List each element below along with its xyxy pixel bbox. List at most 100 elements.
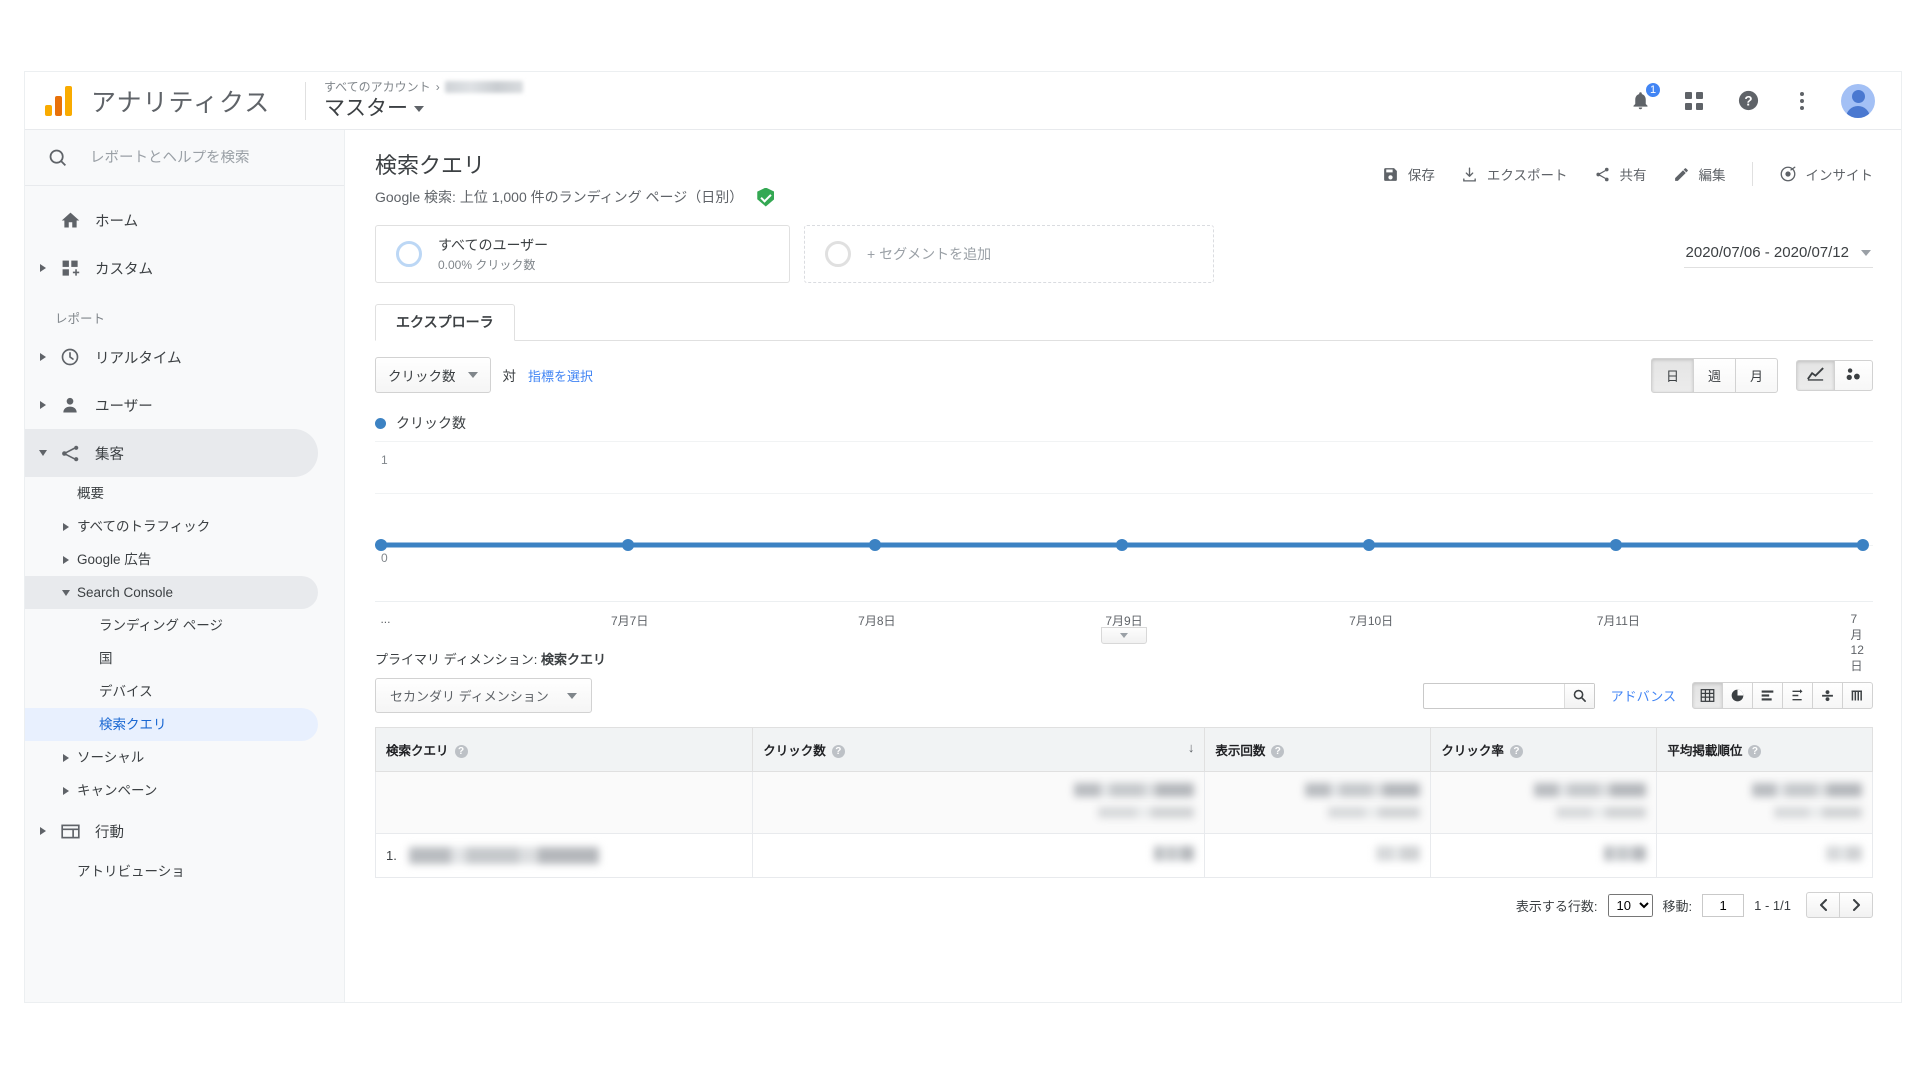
- table-search[interactable]: [1422, 682, 1595, 709]
- rows-per-page-select[interactable]: 10: [1607, 893, 1653, 917]
- sidebar-subitem-overview[interactable]: 概要: [25, 477, 318, 510]
- collapse-arrow[interactable]: [55, 589, 77, 596]
- goto-input[interactable]: [1702, 893, 1745, 917]
- granularity-week[interactable]: 週: [1692, 357, 1736, 393]
- sidebar-subitem-all-traffic[interactable]: すべてのトラフィック: [25, 510, 318, 543]
- column-header-query[interactable]: 検索クエリ?: [374, 727, 754, 772]
- clock-icon: [53, 347, 87, 367]
- column-header-avg-position[interactable]: 平均掲載順位?: [1656, 727, 1873, 772]
- table-view-button[interactable]: [1692, 682, 1723, 709]
- main-content: 検索クエリ Google 検索: 上位 1,000 件のランディング ページ（日…: [345, 130, 1901, 1002]
- sidebar-item-acquisition[interactable]: 集客: [25, 429, 318, 477]
- sidebar-item-behavior[interactable]: 行動: [25, 807, 318, 855]
- divider: [1751, 162, 1753, 186]
- help-icon[interactable]: ?: [831, 745, 845, 759]
- search-input[interactable]: [90, 149, 290, 166]
- sidebar-item-realtime[interactable]: リアルタイム: [25, 333, 318, 381]
- apps-button[interactable]: [1679, 86, 1709, 116]
- sidebar-item-custom[interactable]: カスタム: [25, 244, 318, 292]
- help-icon[interactable]: ?: [454, 745, 468, 759]
- pivot-view-button[interactable]: [1812, 682, 1843, 709]
- expand-arrow[interactable]: [55, 786, 77, 795]
- expand-arrow[interactable]: [55, 522, 77, 531]
- avatar[interactable]: [1841, 83, 1875, 118]
- secondary-dimension-label: セカンダリ ディメンション: [390, 689, 549, 704]
- column-label: クリック数: [763, 744, 826, 758]
- collapse-arrow[interactable]: [33, 450, 53, 456]
- segment-all-users[interactable]: すべてのユーザー 0.00% クリック数: [375, 225, 790, 283]
- summary-cell-avg-position: [1656, 771, 1873, 834]
- sidebar-item-users[interactable]: ユーザー: [25, 381, 318, 429]
- sidebar-subitem-landing-pages[interactable]: ランディング ページ: [25, 609, 318, 642]
- primary-dimension-value[interactable]: 検索クエリ: [541, 652, 606, 667]
- edit-button[interactable]: 編集: [1673, 164, 1726, 184]
- help-button[interactable]: ?: [1733, 86, 1763, 116]
- metric-control-row: クリック数 対 指標を選択 日 週 月: [345, 341, 1901, 393]
- analytics-logo-icon: [45, 85, 77, 116]
- expand-arrow[interactable]: [33, 401, 53, 409]
- advanced-link[interactable]: アドバンス: [1611, 686, 1676, 705]
- help-icon[interactable]: ?: [1509, 745, 1523, 759]
- expand-arrow[interactable]: [55, 753, 77, 762]
- x-tick-label: 7月8日: [858, 614, 896, 628]
- sidebar-section-label: レポート: [55, 312, 106, 326]
- next-page-button[interactable]: [1839, 892, 1873, 918]
- save-button[interactable]: 保存: [1382, 164, 1435, 184]
- table-row[interactable]: 1.: [374, 833, 1873, 878]
- insights-button[interactable]: インサイト: [1779, 164, 1873, 184]
- share-button[interactable]: 共有: [1594, 164, 1647, 184]
- property-name: マスター: [324, 97, 408, 120]
- sidebar-subitem-countries[interactable]: 国: [25, 642, 318, 675]
- column-view-button[interactable]: [1842, 682, 1873, 709]
- tab-explorer[interactable]: エクスプローラ: [375, 304, 515, 341]
- metric-selector[interactable]: クリック数: [375, 357, 491, 393]
- column-header-ctr[interactable]: クリック率?: [1430, 727, 1658, 772]
- sidebar-subitem-social[interactable]: ソーシャル: [25, 741, 318, 774]
- expand-arrow[interactable]: [33, 353, 53, 361]
- granularity-day[interactable]: 日: [1650, 357, 1694, 393]
- help-icon[interactable]: ?: [1748, 745, 1762, 759]
- comparison-view-button[interactable]: [1782, 682, 1813, 709]
- granularity-month[interactable]: 月: [1734, 357, 1778, 393]
- analytics-window: アナリティクス すべてのアカウント › マスター 1 ? レポートとヘルプを検索…: [25, 72, 1901, 1002]
- sidebar-item-label: ユーザー: [95, 398, 153, 415]
- prev-page-button[interactable]: [1806, 892, 1840, 918]
- table-search-input[interactable]: [1423, 688, 1564, 703]
- date-range-selector[interactable]: 2020/07/06 - 2020/07/12: [1683, 240, 1873, 268]
- sidebar-item-label: ホーム: [95, 213, 139, 230]
- property-name-row[interactable]: マスター: [324, 96, 523, 122]
- notifications-button[interactable]: 1: [1625, 80, 1662, 116]
- sidebar-nav: ホーム カスタム レポート リアルタイム ユーザー 集客 概要 すべてのトラフィ…: [25, 186, 344, 888]
- sidebar-search[interactable]: [25, 130, 344, 186]
- sidebar-subitem-devices[interactable]: デバイス: [25, 675, 318, 708]
- chevron-left-icon: [1819, 899, 1827, 911]
- brand-area[interactable]: アナリティクス: [25, 83, 305, 119]
- expand-arrow[interactable]: [33, 264, 53, 272]
- sidebar-subitem-queries[interactable]: 検索クエリ: [25, 708, 318, 741]
- more-options-button[interactable]: [1787, 86, 1817, 116]
- expand-arrow[interactable]: [33, 827, 53, 835]
- line-chart-button[interactable]: [1796, 359, 1835, 391]
- add-segment-button[interactable]: + セグメントを追加: [804, 225, 1214, 283]
- select-metric-link[interactable]: 指標を選択: [528, 366, 593, 385]
- sidebar-subitem-search-console[interactable]: Search Console: [25, 576, 318, 609]
- secondary-dimension-button[interactable]: セカンダリ ディメンション: [375, 678, 592, 713]
- scatter-chart-button[interactable]: [1834, 359, 1873, 391]
- sidebar-subitem-campaigns[interactable]: キャンペーン: [25, 774, 318, 807]
- sidebar-subitem-attribution[interactable]: アトリビューショ: [25, 855, 318, 888]
- sidebar-item-home[interactable]: ホーム: [25, 196, 318, 244]
- collapse-chart-button[interactable]: [1101, 627, 1147, 644]
- help-icon[interactable]: ?: [1271, 745, 1285, 759]
- table-search-button[interactable]: [1563, 683, 1594, 708]
- column-label: 検索クエリ: [386, 744, 449, 758]
- sidebar-subitem-google-ads[interactable]: Google 広告: [25, 543, 318, 576]
- report-subtitle-row: Google 検索: 上位 1,000 件のランディング ページ（日別）: [375, 187, 775, 207]
- column-header-impressions[interactable]: 表示回数?: [1204, 727, 1432, 772]
- bar-view-button[interactable]: [1752, 682, 1783, 709]
- account-selector[interactable]: すべてのアカウント › マスター: [324, 79, 523, 122]
- pie-view-button[interactable]: [1722, 682, 1753, 709]
- action-label: 保存: [1407, 168, 1435, 183]
- column-header-clicks[interactable]: クリック数? ↓: [752, 727, 1206, 772]
- export-button[interactable]: エクスポート: [1461, 164, 1568, 184]
- expand-arrow[interactable]: [55, 555, 77, 564]
